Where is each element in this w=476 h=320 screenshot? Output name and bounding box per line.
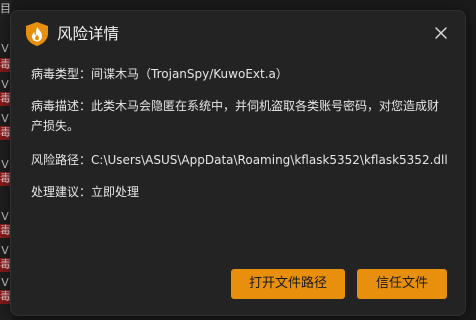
background-text: V bbox=[1, 244, 9, 257]
background-badge: 毒 bbox=[0, 126, 11, 140]
background-badge: 毒 bbox=[0, 224, 11, 238]
risk-path-label: 风险路径 bbox=[31, 153, 80, 167]
suggestion-value: 立即处理 bbox=[91, 185, 140, 199]
description-label: 病毒描述 bbox=[31, 99, 80, 113]
dialog-title: 风险详情 bbox=[57, 25, 120, 43]
risk-path-row: 风险路径：C:\Users\ASUS\AppData\Roaming\kflas… bbox=[31, 150, 451, 170]
background-text: 目 bbox=[0, 2, 11, 15]
virus-type-row: 病毒类型：间谍木马（TrojanSpy/KuwoExt.a） bbox=[31, 64, 451, 84]
shield-flame-icon bbox=[26, 22, 48, 46]
virus-type-label: 病毒类型 bbox=[31, 67, 80, 81]
trust-file-button[interactable]: 信任文件 bbox=[357, 269, 447, 299]
field-separator: ： bbox=[79, 185, 92, 199]
field-separator: ： bbox=[79, 99, 92, 113]
background-badge: 毒 bbox=[0, 58, 11, 72]
risk-details-dialog: 风险详情 病毒类型：间谍木马（TrojanSpy/KuwoExt.a） 病毒描述… bbox=[10, 10, 466, 316]
background-badge: 毒 bbox=[0, 258, 11, 272]
background-text: V bbox=[1, 158, 9, 171]
suggestion-label: 处理建议 bbox=[31, 185, 80, 199]
background-text: V bbox=[1, 276, 9, 289]
field-separator: ： bbox=[79, 153, 92, 167]
close-icon[interactable] bbox=[431, 23, 451, 43]
description-row: 病毒描述：此类木马会隐匿在系统中，并伺机盗取各类账号密码，对您造成财产损失。 bbox=[31, 96, 451, 136]
background-text: V bbox=[1, 112, 9, 125]
background-badge: 毒 bbox=[0, 290, 11, 304]
background-text: V bbox=[1, 210, 9, 223]
background-text: V bbox=[1, 78, 9, 91]
open-file-path-button[interactable]: 打开文件路径 bbox=[231, 269, 345, 299]
virus-type-value: 间谍木马（TrojanSpy/KuwoExt.a） bbox=[91, 67, 288, 81]
risk-path-value: C:\Users\ASUS\AppData\Roaming\kflask5352… bbox=[91, 153, 448, 167]
background-badge: 毒 bbox=[0, 92, 11, 106]
background-badge: 毒 bbox=[0, 172, 11, 186]
background-text: V bbox=[1, 42, 9, 55]
suggestion-row: 处理建议：立即处理 bbox=[31, 182, 451, 202]
field-separator: ： bbox=[79, 67, 92, 81]
description-value: 此类木马会隐匿在系统中，并伺机盗取各类账号密码，对您造成财产损失。 bbox=[31, 99, 440, 133]
